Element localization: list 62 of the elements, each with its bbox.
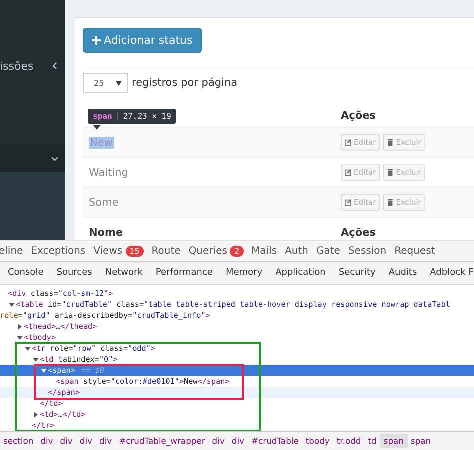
trash-icon bbox=[387, 199, 394, 206]
debug-tab[interactable]: Route bbox=[152, 246, 181, 256]
collapse-triangle-icon[interactable] bbox=[40, 368, 48, 374]
edit-icon bbox=[345, 169, 352, 176]
breadcrumb-item[interactable]: div bbox=[96, 434, 116, 448]
debug-tab[interactable]: Views 15 bbox=[94, 246, 144, 256]
tooltip-pointer-icon bbox=[93, 125, 101, 130]
breadcrumb-item[interactable]: #crudTable_wrapper bbox=[116, 434, 209, 448]
trash-icon bbox=[387, 169, 394, 176]
devtools-tab[interactable]: Sources bbox=[56, 268, 92, 278]
page-size-select[interactable]: 25 bbox=[83, 73, 128, 93]
column-footer: Nome bbox=[89, 227, 341, 239]
breadcrumb-item[interactable]: section bbox=[0, 434, 38, 448]
column-footer: Ações bbox=[341, 227, 474, 239]
count-badge: 15 bbox=[126, 246, 144, 256]
edit-icon bbox=[345, 139, 352, 146]
devtools-tab[interactable]: Memory bbox=[226, 268, 263, 278]
debug-tab[interactable]: Gate bbox=[316, 246, 340, 256]
collapse-triangle-icon[interactable] bbox=[32, 356, 40, 362]
collapse-triangle-icon[interactable] bbox=[8, 302, 16, 308]
debug-tab[interactable]: Exceptions bbox=[31, 246, 86, 256]
count-badge: 2 bbox=[230, 246, 244, 256]
breadcrumb-item[interactable]: tr.odd bbox=[333, 434, 365, 448]
chevron-left-icon bbox=[51, 62, 59, 70]
expand-triangle-icon[interactable] bbox=[16, 324, 24, 330]
collapse-triangle-icon[interactable] bbox=[16, 334, 24, 340]
breadcrumb-item[interactable]: tbody bbox=[302, 434, 334, 448]
breadcrumb-item[interactable]: div bbox=[228, 434, 248, 448]
breadcrumb-item[interactable]: td bbox=[364, 434, 380, 448]
breadcrumb-item[interactable]: div bbox=[208, 434, 228, 448]
trash-icon bbox=[387, 139, 394, 146]
expand-triangle-icon[interactable] bbox=[32, 412, 40, 418]
caret-icon bbox=[116, 80, 122, 86]
page-size-label: registros por página bbox=[132, 77, 238, 89]
debug-tab[interactable]: Session bbox=[348, 246, 387, 256]
column-header: Ações bbox=[341, 110, 377, 122]
debug-tab[interactable]: Mails bbox=[252, 246, 278, 256]
debug-tab[interactable]: Auth bbox=[285, 246, 308, 256]
breadcrumb-item[interactable]: #crudTable bbox=[248, 434, 302, 448]
table-cell: New bbox=[89, 136, 114, 148]
devtools-tab[interactable]: Performance bbox=[156, 268, 213, 278]
breadcrumb-item[interactable]: span bbox=[408, 434, 435, 448]
plus-icon bbox=[92, 36, 101, 45]
table-cell-text: Waiting bbox=[89, 166, 130, 178]
devtools-tab[interactable]: Console bbox=[8, 268, 44, 278]
chevron-down-icon bbox=[51, 154, 59, 162]
edit-icon bbox=[345, 199, 352, 206]
breadcrumb-item[interactable]: div bbox=[76, 434, 96, 448]
breadcrumb-item[interactable]: div bbox=[37, 434, 57, 448]
add-status-button[interactable]: Adicionar status bbox=[83, 28, 202, 53]
devtools-tab[interactable]: Adblock F bbox=[430, 268, 474, 278]
collapse-triangle-icon[interactable] bbox=[24, 346, 32, 352]
table-cell-text: Some bbox=[89, 196, 120, 208]
devtools-tab[interactable]: Security bbox=[338, 268, 376, 278]
devtools-tab[interactable]: Audits bbox=[388, 268, 418, 278]
devtools-tab[interactable]: Network bbox=[105, 268, 143, 278]
breadcrumb-item[interactable]: div bbox=[56, 434, 76, 448]
breadcrumb-item[interactable]: span bbox=[380, 434, 408, 448]
devtools-tab[interactable]: Application bbox=[276, 268, 326, 278]
sidebar-item[interactable]: issões bbox=[0, 50, 65, 82]
debug-tab[interactable]: Queries 2 bbox=[188, 246, 244, 256]
debug-tab[interactable]: Request bbox=[394, 246, 436, 256]
